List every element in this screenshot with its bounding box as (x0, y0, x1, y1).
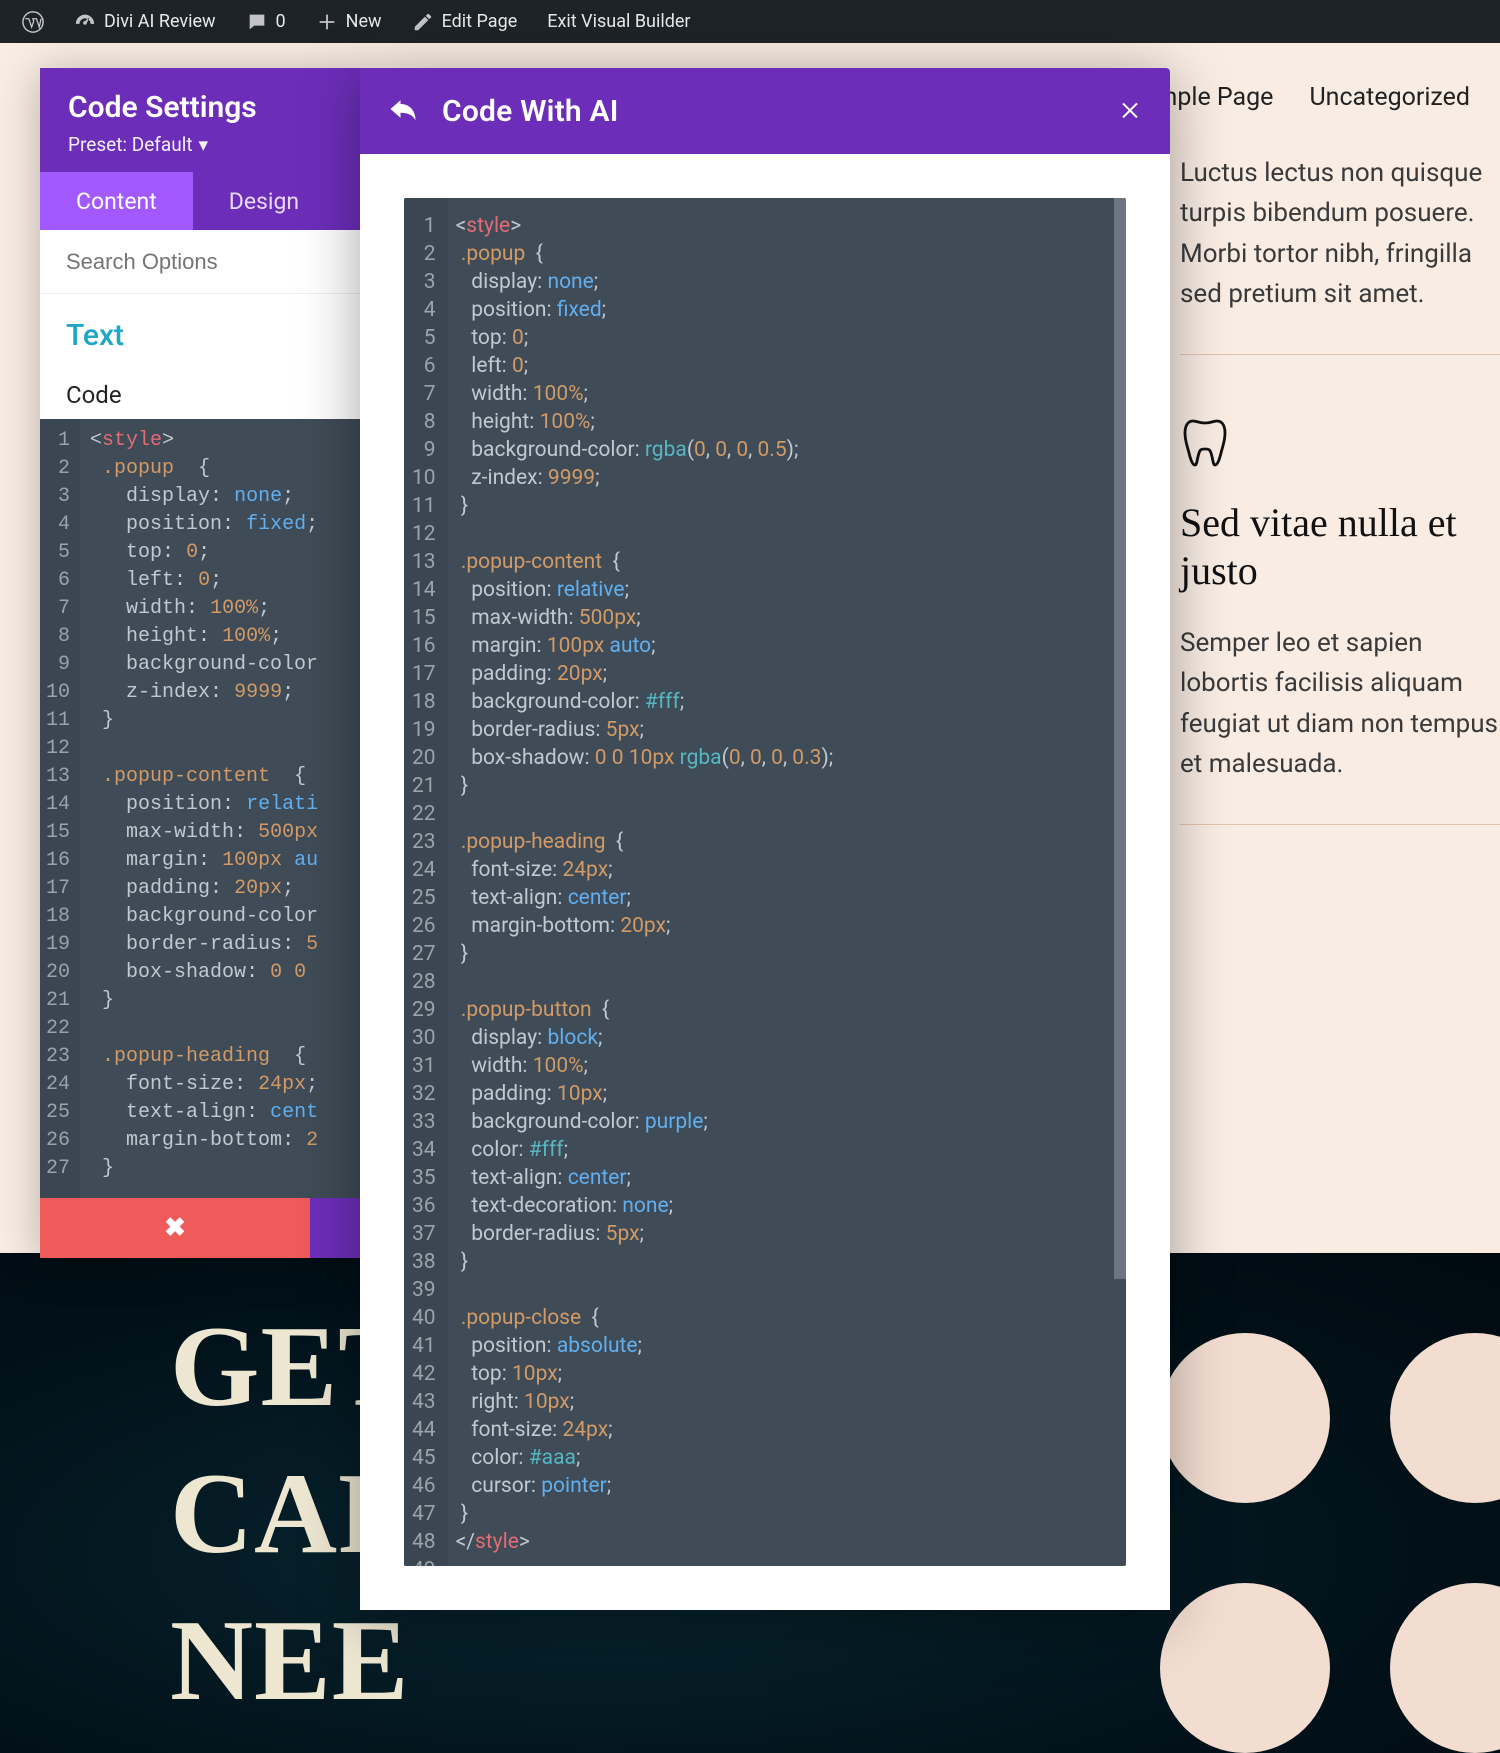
back-button[interactable] (388, 96, 418, 126)
caret-down-icon: ▾ (199, 133, 209, 156)
nav-uncategorized[interactable]: Uncategorized (1309, 83, 1470, 112)
ai-body: 1234567891011121314151617181920212223242… (360, 154, 1170, 1610)
ai-gutter: 1234567891011121314151617181920212223242… (404, 198, 448, 1566)
cancel-button[interactable]: ✖ (40, 1198, 310, 1258)
edit-page[interactable]: Edit Page (400, 0, 530, 43)
side-block-2: Semper leo et sapien lobortis facilisis … (1180, 623, 1500, 825)
settings-tabs: Content Design (40, 172, 360, 230)
comments[interactable]: 0 (234, 0, 298, 43)
code-with-ai-modal: Code With AI 123456789101112131415161718… (360, 68, 1170, 1610)
image-circles-row2 (1160, 1583, 1500, 1753)
left-code-lines[interactable]: <style> .popup { display: none; position… (80, 419, 328, 1198)
search-input[interactable] (66, 249, 334, 275)
comments-count: 0 (276, 11, 286, 32)
circle-image (1390, 1583, 1500, 1753)
code-field-label: Code (40, 353, 360, 419)
circle-image (1390, 1333, 1500, 1503)
side-para-1: Luctus lectus non quisque turpis bibendu… (1180, 153, 1500, 314)
circle-image (1160, 1333, 1330, 1503)
ai-code-editor[interactable]: 1234567891011121314151617181920212223242… (404, 198, 1126, 1566)
exit-vb-label: Exit Visual Builder (547, 11, 690, 32)
settings-section-text[interactable]: Text (40, 294, 360, 353)
tooth-icon (1180, 415, 1500, 475)
confirm-area[interactable] (310, 1198, 360, 1258)
top-nav: Sample Page Uncategorized (1127, 83, 1470, 112)
settings-header: Code Settings Preset: Default ▾ (40, 68, 360, 172)
circle-image (1160, 1583, 1330, 1753)
settings-footer: ✖ (40, 1198, 360, 1258)
tab-design[interactable]: Design (193, 172, 335, 230)
side-heading-2: Sed vitae nulla et justo (1180, 499, 1500, 595)
site-title-text: Divi AI Review (104, 11, 216, 32)
gauge-icon (74, 11, 96, 33)
new-label: New (346, 11, 382, 32)
pencil-icon (412, 11, 434, 33)
ai-header: Code With AI (360, 68, 1170, 154)
tab-content[interactable]: Content (40, 172, 193, 230)
wordpress-icon (22, 11, 44, 33)
site-title[interactable]: Divi AI Review (62, 0, 228, 43)
image-circles-row1 (1160, 1333, 1500, 1503)
sidebar-content: Luctus lectus non quisque turpis bibendu… (1180, 153, 1500, 885)
side-block-1: Luctus lectus non quisque turpis bibendu… (1180, 153, 1500, 355)
left-code-editor[interactable]: 1234567891011121314151617181920212223242… (40, 419, 360, 1198)
settings-title: Code Settings (68, 90, 332, 125)
code-settings-panel: Code Settings Preset: Default ▾ Content … (40, 68, 360, 1258)
edit-page-label: Edit Page (442, 11, 518, 32)
ai-code-lines[interactable]: <style> .popup { display: none; position… (448, 198, 836, 1566)
plus-icon (316, 11, 338, 33)
settings-search[interactable] (40, 230, 360, 294)
new-content[interactable]: New (304, 0, 394, 43)
ai-scrollbar[interactable] (1114, 198, 1126, 1279)
side-para-2: Semper leo et sapien lobortis facilisis … (1180, 623, 1500, 784)
wp-admin-bar: Divi AI Review 0 New Edit Page Exit Visu… (0, 0, 1500, 43)
comment-icon (246, 11, 268, 33)
ai-title: Code With AI (442, 94, 619, 129)
left-gutter: 1234567891011121314151617181920212223242… (40, 419, 80, 1198)
exit-vb[interactable]: Exit Visual Builder (535, 0, 702, 43)
settings-preset[interactable]: Preset: Default ▾ (68, 133, 332, 156)
wp-logo[interactable] (10, 0, 56, 43)
section-text-label: Text (66, 318, 334, 353)
close-button[interactable] (1118, 97, 1142, 125)
close-icon: ✖ (164, 1213, 186, 1243)
